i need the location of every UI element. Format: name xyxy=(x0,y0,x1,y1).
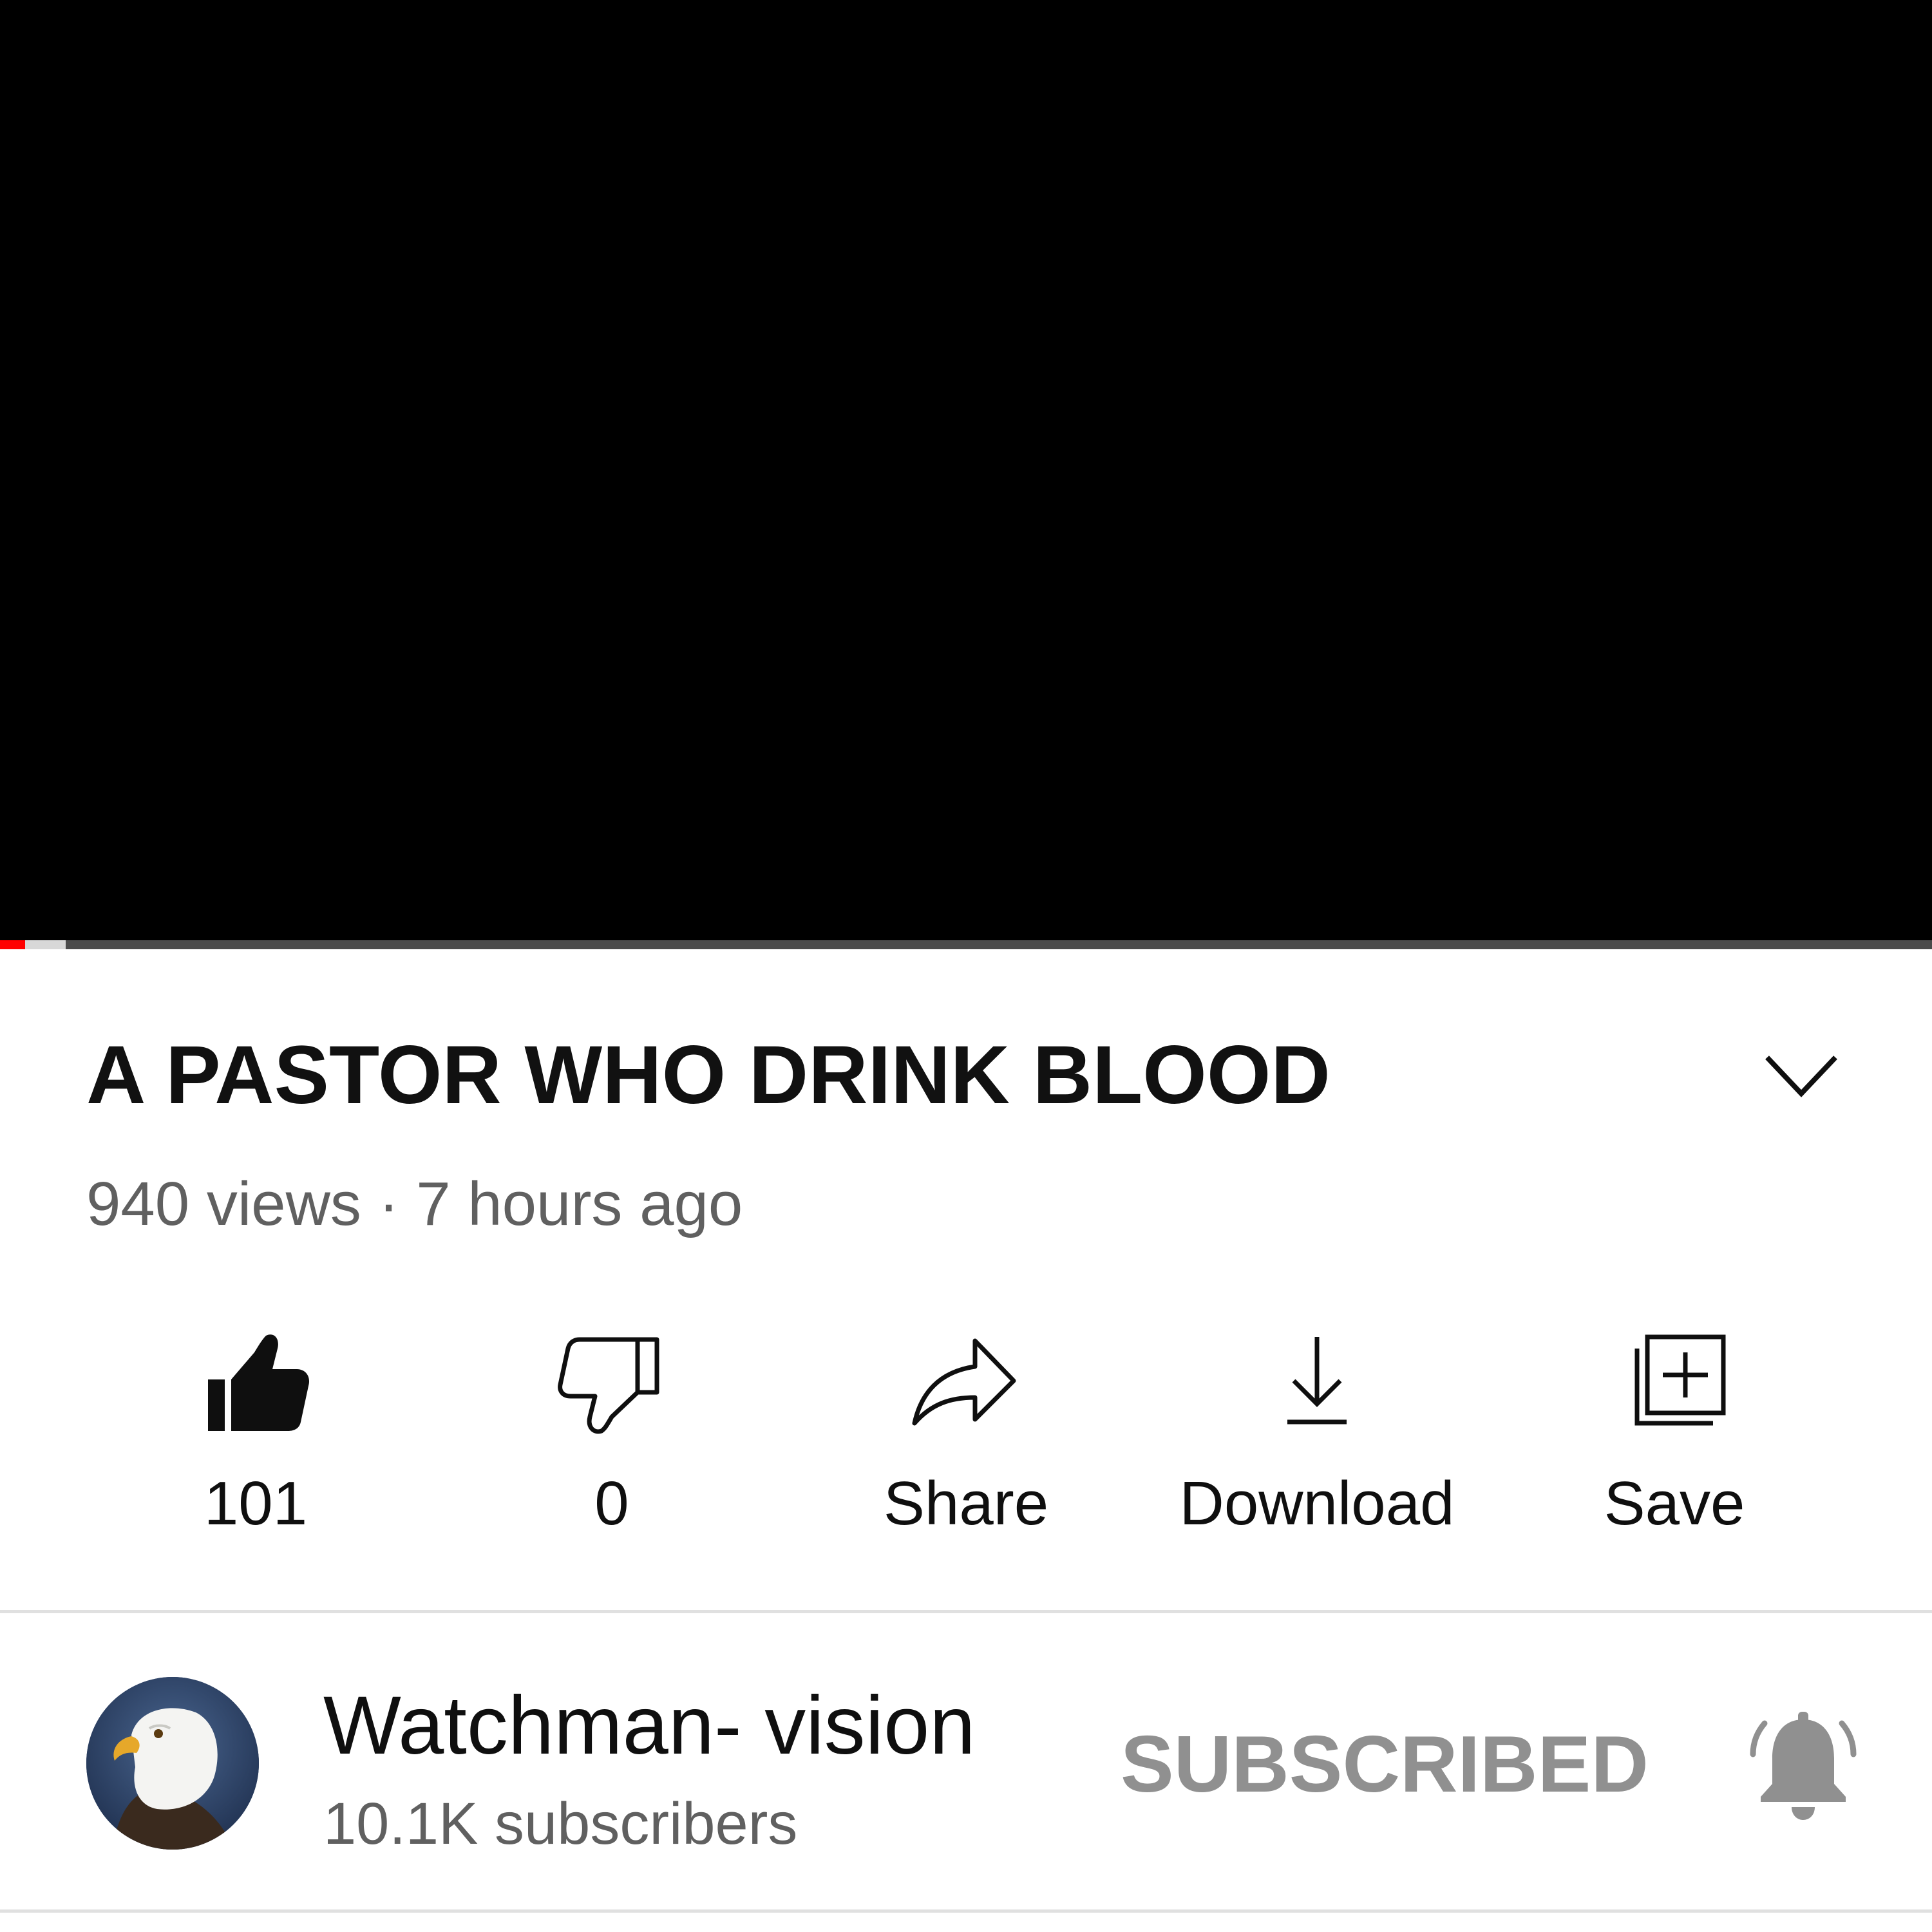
divider xyxy=(0,1909,1932,1913)
subscriber-count: 10.1K subscribers xyxy=(323,1791,798,1857)
video-player[interactable] xyxy=(0,0,1932,940)
thumbs-up-filled-icon xyxy=(198,1327,314,1443)
video-title[interactable]: A PASTOR WHO DRINK BLOOD xyxy=(86,1030,1331,1121)
dislike-button[interactable]: 0 xyxy=(444,1314,779,1552)
like-count: 101 xyxy=(204,1469,308,1538)
like-button[interactable]: 101 xyxy=(88,1314,423,1552)
save-to-playlist-icon xyxy=(1616,1327,1732,1443)
video-meta: 940 views · 7 hours ago xyxy=(86,1170,743,1238)
divider xyxy=(0,1610,1932,1613)
subscribed-button[interactable]: SUBSCRIBED xyxy=(1121,1719,1649,1810)
save-button[interactable]: Save xyxy=(1507,1314,1842,1552)
download-icon xyxy=(1259,1327,1375,1443)
channel-avatar[interactable] xyxy=(86,1677,259,1850)
dislike-count: 0 xyxy=(594,1469,629,1538)
channel-row: Watchman- vision 10.1K subscribers SUBSC… xyxy=(0,1616,1932,1913)
progress-played xyxy=(0,940,25,949)
share-label: Share xyxy=(883,1469,1049,1538)
save-label: Save xyxy=(1604,1469,1745,1538)
share-button[interactable]: Share xyxy=(799,1314,1133,1552)
action-bar: 101 0 Share Download Save xyxy=(0,1314,1932,1552)
download-button[interactable]: Download xyxy=(1150,1314,1484,1552)
share-icon xyxy=(908,1327,1024,1443)
thumbs-down-icon xyxy=(554,1327,670,1443)
download-label: Download xyxy=(1179,1469,1455,1538)
chevron-down-icon[interactable] xyxy=(1759,1043,1843,1108)
channel-name[interactable]: Watchman- vision xyxy=(323,1681,975,1771)
notification-bell-icon[interactable] xyxy=(1745,1700,1861,1829)
video-progress-bar[interactable] xyxy=(0,940,1932,949)
